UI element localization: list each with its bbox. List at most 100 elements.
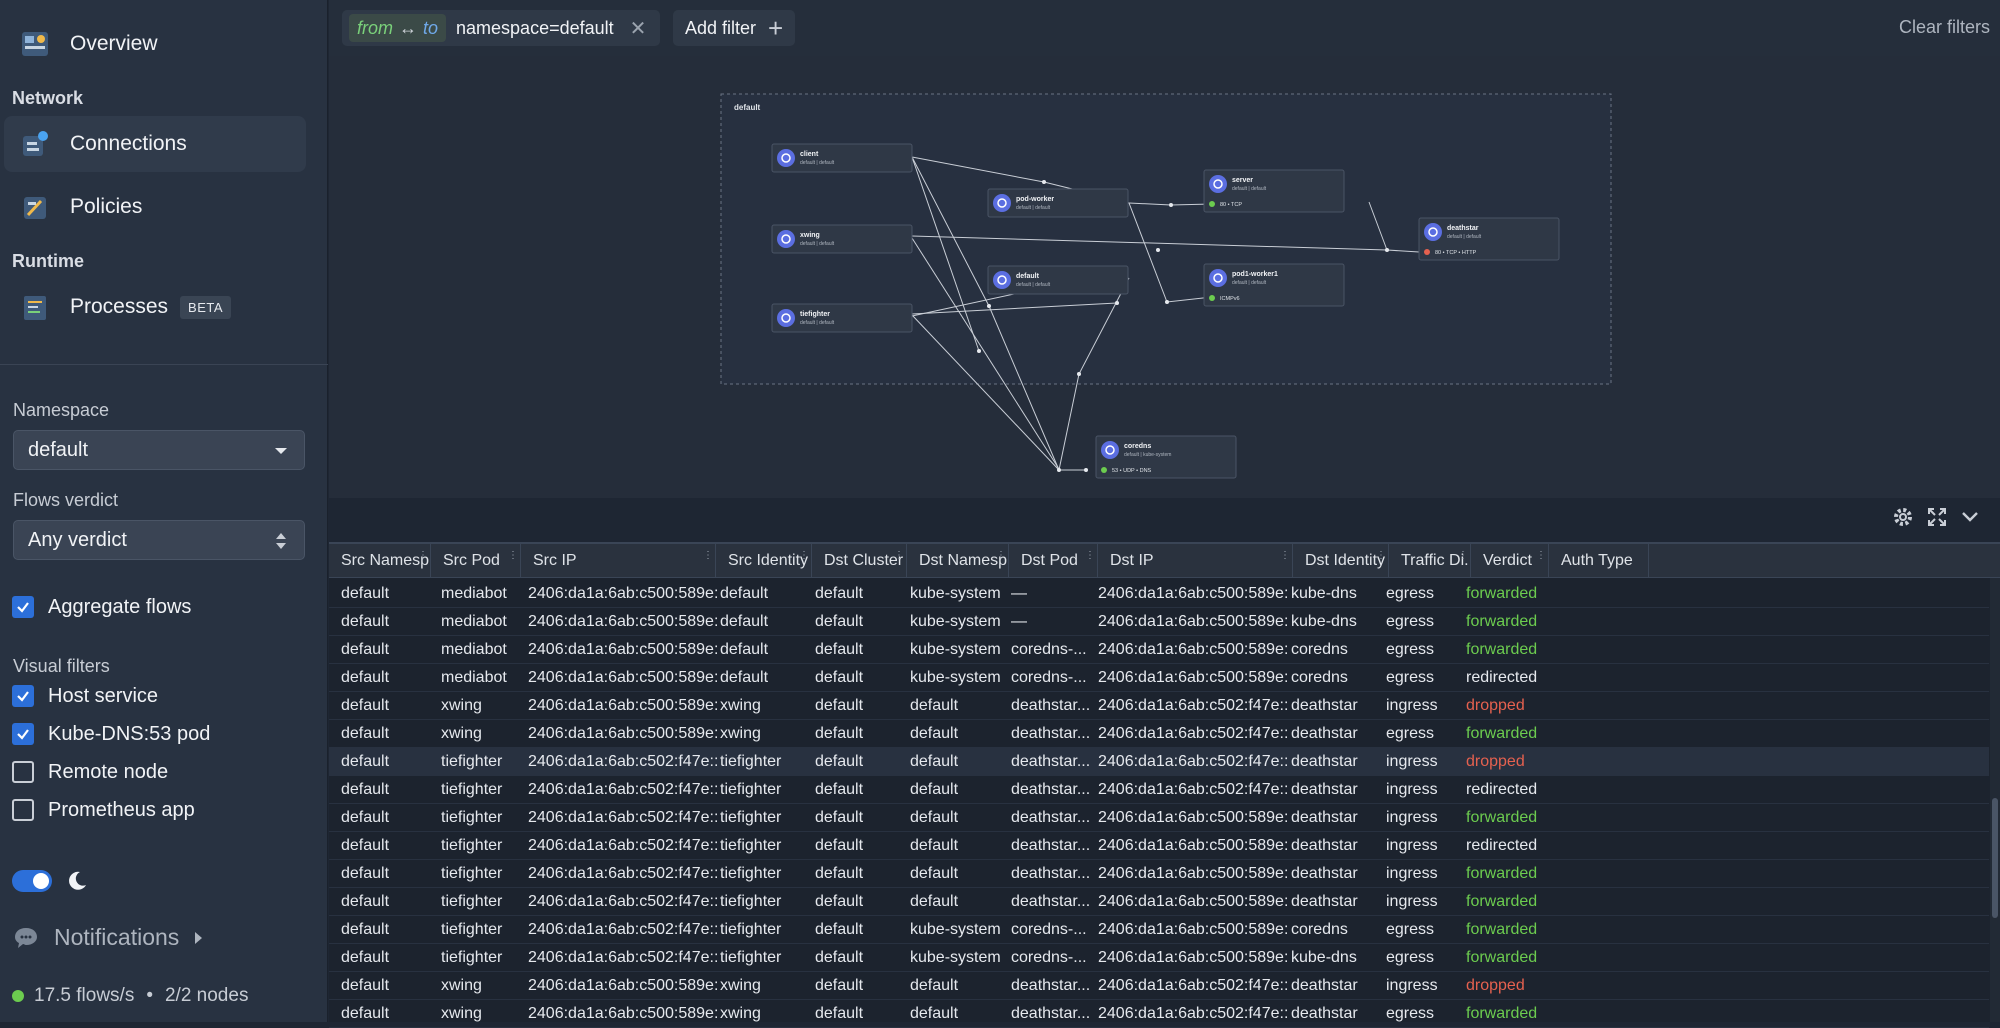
visual-filter-checkbox[interactable]: Host service [12,682,158,710]
column-header[interactable]: Dst Cluster⋮⋮ [812,544,907,578]
table-row[interactable]: default tiefighter 2406:da1a:6ab:c502:f47e… [329,804,1989,832]
column-resize-handle-icon[interactable]: ⋮⋮ [508,551,520,568]
namespace-filter-pill[interactable]: from ↔ to namespace=default ✕ [342,10,661,46]
column-resize-handle-icon[interactable]: ⋮⋮ [894,551,906,568]
table-cell: tiefighter [720,753,782,770]
network-section-title: Network [12,88,84,108]
overview-label: Overview [70,32,158,55]
column-header[interactable]: Dst Namesp...⋮⋮ [907,544,1009,578]
graph-node[interactable]: xwing default | default [771,224,913,254]
table-row[interactable]: default tiefighter 2406:da1a:6ab:c502:f47e… [329,860,1989,888]
aggregate-flows-checkbox[interactable]: Aggregate flows [12,593,191,621]
service-map[interactable]: default client default | default pod-worke… [329,56,2000,498]
close-icon[interactable]: ✕ [630,16,647,41]
clear-filters-button[interactable]: Clear filters [1899,17,1990,38]
column-header-label: Src Pod [443,552,500,569]
table-cell: egress [1386,1005,1435,1022]
graph-node[interactable]: pod-worker default | default [987,188,1129,218]
column-header[interactable]: Dst Pod ⋮⋮ [1009,544,1098,578]
graph-node[interactable]: server default | default 80 • TCP [1203,169,1345,213]
column-resize-handle-icon[interactable]: ⋮⋮ [1536,551,1548,568]
visual-filter-checkbox[interactable]: Prometheus app [12,796,195,824]
table-cell: 2406:da1a:6ab:c500:589e::1 [1098,865,1287,882]
table-row[interactable]: defaultxwing2406:da1a:6ab:c500:589e::19x… [329,1000,1989,1028]
theme-toggle[interactable] [12,870,52,892]
table-cell: 2406:da1a:6ab:c502:f47e::1 [528,893,717,910]
node-name: xwing [800,232,820,239]
notifications-toggle[interactable]: Notifications [12,924,203,951]
namespace-select[interactable]: default [13,430,305,470]
table-row[interactable]: default tiefighter 2406:da1a:6ab:c502:f47e… [329,832,1989,860]
table-row[interactable]: default mediabot 2406:da1a:6ab:c500:589e::… [329,664,1989,692]
column-resize-handle-icon[interactable]: ⋮⋮ [996,551,1008,568]
column-header[interactable]: Auth Type [1549,544,1649,578]
scrollbar-thumb[interactable] [1992,798,1998,918]
verdict-select[interactable]: Any verdict [13,520,305,560]
table-cell: default [815,585,864,602]
table-row[interactable]: default tiefighter 2406:da1a:6ab:c502:f47e… [329,944,1989,972]
visual-filter-checkbox[interactable]: Kube-DNS:53 pod [12,720,210,748]
table-cell: tiefighter [441,781,503,798]
node-name: tiefighter [800,311,830,318]
column-header[interactable]: Dst IP ⋮⋮ [1098,544,1293,578]
table-row[interactable]: default tiefighter 2406:da1a:6ab:c502:f47e… [329,748,1989,776]
column-header[interactable]: Src IP ⋮⋮ [521,544,716,578]
nav-overview[interactable]: Overview [4,16,306,72]
column-resize-handle-icon[interactable]: ⋮⋮ [1280,551,1292,568]
nav-processes[interactable]: Processes BETA [4,279,306,335]
visual-filter-checkbox[interactable]: Remote node [12,758,168,786]
table-cell: deathstar [1291,977,1358,994]
table-tools [1892,506,1980,528]
gear-icon[interactable] [1892,506,1914,528]
column-resize-handle-icon[interactable]: ⋮⋮ [1376,551,1388,568]
column-header[interactable]: Dst Identity⋮⋮ [1293,544,1389,578]
direction-tag[interactable]: from ↔ to [349,14,447,42]
status-bar: 17.5 flows/s • 2/2 nodes [12,985,248,1007]
unchecked-box-icon [12,761,34,783]
graph-node[interactable]: tiefighter default | default [771,303,913,333]
table-row[interactable]: default mediabot 2406:da1a:6ab:c500:589e::… [329,608,1989,636]
column-resize-handle-icon[interactable]: ⋮⋮ [703,551,715,568]
column-header[interactable]: Traffic Di...⋮⋮ [1389,544,1471,578]
table-cell: default [910,1005,959,1022]
table-cell: default [341,809,390,826]
kubernetes-icon [1101,441,1119,459]
column-resize-handle-icon[interactable]: ⋮⋮ [799,551,811,568]
column-header[interactable]: Src Pod ⋮⋮ [431,544,521,578]
table-row[interactable]: default tiefighter 2406:da1a:6ab:c502:f47e… [329,776,1989,804]
expand-icon[interactable] [1926,506,1948,528]
column-resize-handle-icon[interactable]: ⋮⋮ [1085,551,1097,568]
table-row[interactable]: default mediabot 2406:da1a:6ab:c500:589e::… [329,580,1989,608]
column-resize-handle-icon[interactable]: ⋮⋮ [1458,551,1470,568]
table-cell: 2406:da1a:6ab:c502:f47e::2 [1098,977,1287,994]
graph-node[interactable]: deathstar default | default 80 • TCP • HTT… [1418,217,1560,261]
table-scrollbar[interactable] [1990,578,2000,1022]
table-row[interactable]: defaultxwing2406:da1a:6ab:c500:589e::19x… [329,972,1989,1000]
column-header[interactable]: Src Namesp...⋮⋮ [329,544,431,578]
table-cell: default [815,809,864,826]
table-row[interactable]: defaultxwing2406:da1a:6ab:c500:589e::19x… [329,720,1989,748]
table-cell: coredns [1291,921,1348,938]
table-cell: default [341,781,390,798]
edge-point [1084,468,1088,472]
table-row[interactable]: default mediabot 2406:da1a:6ab:c500:589e::… [329,636,1989,664]
verdict-cell: forwarded [1466,613,1538,630]
filter-text: namespace=default [456,17,614,38]
graph-node[interactable]: coredns default | kube-system 53 • UDP • D… [1095,435,1237,479]
graph-node[interactable]: default default | default [987,265,1129,295]
column-header[interactable]: Src Identity⋮⋮ [716,544,812,578]
table-cell: deathstar... [1011,725,1091,742]
nav-policies[interactable]: Policies [4,179,306,235]
nav-connections[interactable]: Connections [4,116,306,172]
graph-node[interactable]: client default | default [771,143,913,173]
table-row[interactable]: default tiefighter 2406:da1a:6ab:c502:f47e… [329,888,1989,916]
add-filter-button[interactable]: Add filter + [673,10,796,46]
chevron-down-icon[interactable] [1960,506,1980,528]
table-row[interactable]: defaultxwing2406:da1a:6ab:c500:589e::19x… [329,692,1989,720]
table-cell: deathstar... [1011,781,1091,798]
table-row[interactable]: default tiefighter 2406:da1a:6ab:c502:f47e… [329,916,1989,944]
column-header[interactable]: Verdict⋮⋮ [1471,544,1549,578]
table-cell: tiefighter [441,753,503,770]
graph-node[interactable]: pod1-worker1 default | default ICMPv6 [1203,263,1345,307]
column-resize-handle-icon[interactable]: ⋮⋮ [418,551,430,568]
